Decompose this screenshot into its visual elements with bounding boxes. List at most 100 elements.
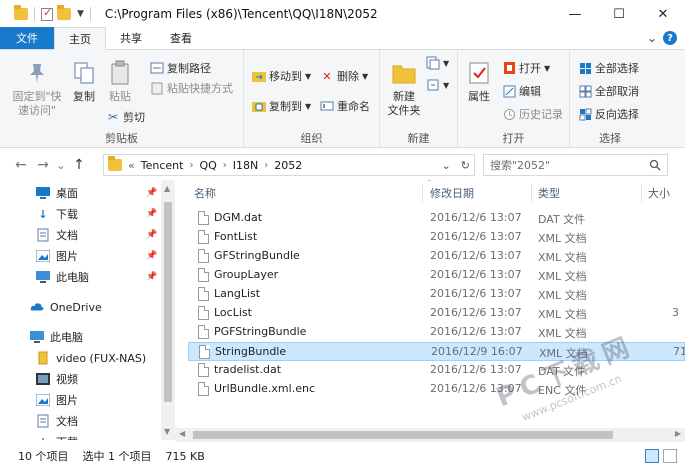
table-row[interactable]: StringBundle 2016/12/9 16:07 XML 文档 71 [188,342,685,361]
new-folder-icon[interactable] [57,5,71,20]
column-header-type[interactable]: 类型 [538,180,560,206]
table-row[interactable]: PGFStringBundle 2016/12/6 13:07 XML 文档 [188,323,685,342]
navigation-pane-scrollbar[interactable]: ▲ ▼ [161,180,175,440]
pin-icon[interactable]: 📌 [146,209,157,219]
maximize-button[interactable]: ☐ [597,0,641,28]
nav-item-pictures-pc[interactable]: 图片 [36,391,78,409]
minimize-button[interactable]: — [553,0,597,28]
pin-icon[interactable]: 📌 [146,188,157,198]
delete-dropdown-icon[interactable]: ▼ [362,72,368,81]
column-header-date[interactable]: 修改日期 [430,180,474,206]
properties-icon[interactable] [41,6,53,21]
large-icons-view-button[interactable] [663,449,677,463]
copy-to-button[interactable]: 复制到 ▼ [252,98,311,114]
pin-icon[interactable]: 📌 [146,230,157,240]
copy-button[interactable]: 复制 [68,60,100,104]
edit-button[interactable]: 编辑 [502,83,541,99]
column-header-name[interactable]: 名称 [194,180,216,206]
nav-item-downloads[interactable]: ↓ 下载 📌 [36,205,157,223]
tab-home[interactable]: 主页 [54,27,106,50]
history-button[interactable]: 历史记录 [502,106,563,122]
scrollbar-thumb[interactable] [164,202,172,402]
search-input[interactable]: 搜索"2052" [483,154,668,176]
rename-button[interactable]: 重命名 [320,98,370,114]
table-row[interactable]: LangList 2016/12/6 13:07 XML 文档 [188,285,685,304]
nav-item-video-nas[interactable]: video (FUX-NAS) [36,349,146,367]
select-all-button[interactable]: 全部选择 [578,60,639,76]
scroll-right-icon[interactable]: ▶ [675,429,681,438]
address-history-dropdown-icon[interactable]: ⌄ [442,159,451,172]
properties-button[interactable]: 属性 [464,60,494,104]
table-row[interactable]: GFStringBundle 2016/12/6 13:07 XML 文档 [188,247,685,266]
table-row[interactable]: UrlBundle.xml.enc 2016/12/6 13:07 ENC 文件 [188,380,685,399]
nav-item-documents-pc[interactable]: 文档 [36,412,78,430]
column-header-size[interactable]: 大小 [648,180,670,206]
column-divider[interactable] [531,184,532,202]
scroll-left-icon[interactable]: ◀ [179,429,185,438]
nav-item-downloads-pc[interactable]: ↓ 下载 [36,433,78,441]
paste-button[interactable]: 粘贴 [104,60,136,104]
breadcrumb-overflow[interactable]: « [128,159,135,172]
breadcrumb-separator-icon[interactable]: › [223,160,227,171]
table-row[interactable]: DGM.dat 2016/12/6 13:07 DAT 文件 [188,209,685,228]
table-row[interactable]: LocList 2016/12/6 13:07 XML 文档 3 [188,304,685,323]
select-none-button[interactable]: 全部取消 [578,83,639,99]
easy-access-dropdown-icon[interactable]: ▼ [443,81,449,90]
file-list-horizontal-scrollbar[interactable]: ◀ ▶ [175,428,685,442]
new-folder-button[interactable]: 新建 文件夹 [386,60,422,118]
move-to-dropdown-icon[interactable]: ▼ [305,72,311,81]
column-divider[interactable] [641,184,642,202]
nav-item-documents[interactable]: 文档 📌 [36,226,157,244]
breadcrumb-i18n[interactable]: I18N [233,159,258,172]
nav-item-onedrive[interactable]: OneDrive [30,298,102,316]
new-item-button[interactable]: ▼ [426,56,449,70]
table-row[interactable]: FontList 2016/12/6 13:07 XML 文档 [188,228,685,247]
pin-quick-access-button[interactable]: 固定到"快 速访问" [10,60,64,118]
open-button[interactable]: 打开 ▼ [502,60,550,76]
forward-button[interactable]: → [32,157,54,173]
nav-item-desktop[interactable]: 桌面 📌 [36,184,157,202]
copy-to-dropdown-icon[interactable]: ▼ [305,102,311,111]
back-button[interactable]: ← [10,157,32,173]
invert-selection-button[interactable]: 反向选择 [578,106,639,122]
scroll-down-icon[interactable]: ▼ [164,427,170,436]
refresh-icon[interactable]: ↻ [461,159,470,172]
help-icon[interactable]: ? [663,31,677,45]
tab-share[interactable]: 共享 [106,27,156,49]
scroll-up-icon[interactable]: ▲ [164,184,170,193]
column-divider[interactable] [422,184,423,202]
cut-button[interactable]: ✂ 剪切 [106,109,145,125]
close-button[interactable]: ✕ [641,0,685,28]
search-icon[interactable] [648,158,662,172]
pin-icon[interactable]: 📌 [146,251,157,261]
breadcrumb-separator-icon[interactable]: › [264,160,268,171]
nav-item-videos[interactable]: 视频 [36,370,78,388]
new-item-dropdown-icon[interactable]: ▼ [443,59,449,68]
table-row[interactable]: GroupLayer 2016/12/6 13:07 XML 文档 [188,266,685,285]
tab-file[interactable]: 文件 [0,27,54,49]
copy-path-button[interactable]: 复制路径 [150,60,211,76]
details-view-button[interactable] [645,449,659,463]
tab-view[interactable]: 查看 [156,27,206,49]
breadcrumb-qq[interactable]: QQ [199,159,216,172]
pin-icon[interactable]: 📌 [146,272,157,282]
up-button[interactable]: ↑ [68,157,90,173]
move-to-button[interactable]: 移动到 ▼ [252,68,311,84]
table-row[interactable]: tradelist.dat 2016/12/6 13:07 DAT 文件 [188,361,685,380]
address-bar[interactable]: « Tencent › QQ › I18N › 2052 ⌄ ↻ [103,154,475,176]
breadcrumb-2052[interactable]: 2052 [274,159,302,172]
folder-icon[interactable] [14,5,28,20]
paste-shortcut-button[interactable]: 粘贴快捷方式 [150,80,233,96]
breadcrumb-separator-icon[interactable]: › [189,160,193,171]
easy-access-button[interactable]: ▼ [426,78,449,92]
nav-item-this-pc[interactable]: 此电脑 [30,328,83,346]
expand-ribbon-icon[interactable]: ⌄ [647,31,657,45]
customize-toolbar-dropdown-icon[interactable]: ▼ [77,9,84,19]
delete-button[interactable]: ✕ 删除 ▼ [320,68,368,84]
breadcrumb-tencent[interactable]: Tencent [141,159,184,172]
nav-item-pictures[interactable]: 图片 📌 [36,247,157,265]
scrollbar-thumb[interactable] [193,431,613,439]
open-dropdown-icon[interactable]: ▼ [544,64,550,73]
recent-locations-button[interactable]: ⌄ [54,159,68,172]
nav-item-this-pc-quick[interactable]: 此电脑 📌 [36,268,157,286]
